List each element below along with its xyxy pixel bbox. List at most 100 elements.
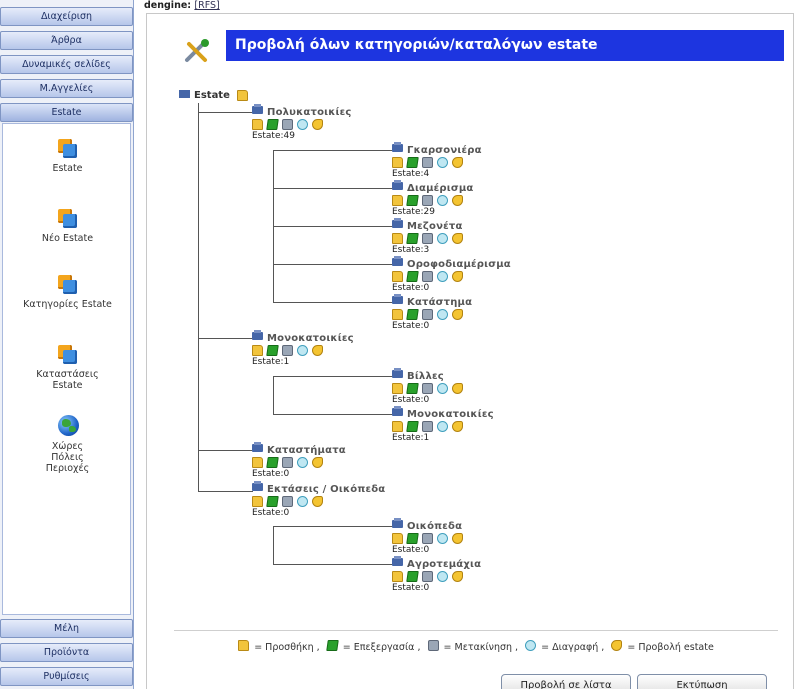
delete-icon[interactable] xyxy=(297,457,308,468)
nav-estate[interactable]: Estate xyxy=(0,103,133,122)
category-label[interactable]: Μονοκατοικίες xyxy=(407,409,494,420)
add-icon[interactable] xyxy=(252,457,263,468)
print-button[interactable]: Εκτύπωση xyxy=(637,674,767,689)
edit-icon[interactable] xyxy=(406,195,419,206)
delete-icon[interactable] xyxy=(297,496,308,507)
add-icon[interactable] xyxy=(392,195,403,206)
edit-icon[interactable] xyxy=(266,345,279,356)
delete-icon[interactable] xyxy=(437,195,448,206)
category-label[interactable]: Οικόπεδα xyxy=(407,521,462,532)
view-estate-icon[interactable] xyxy=(452,309,463,320)
view-estate-icon[interactable] xyxy=(312,345,323,356)
category-label[interactable]: Μονοκατοικίες xyxy=(267,333,354,344)
view-estate-icon[interactable] xyxy=(452,157,463,168)
move-icon[interactable] xyxy=(422,383,433,394)
list-view-button[interactable]: Προβολή σε λίστα xyxy=(501,674,631,689)
submenu-estate-statuses[interactable]: Καταστάσεις Estate xyxy=(3,342,132,391)
edit-icon[interactable] xyxy=(406,571,419,582)
edit-icon[interactable] xyxy=(406,533,419,544)
header-link[interactable]: [RFS] xyxy=(194,0,219,11)
move-icon[interactable] xyxy=(422,533,433,544)
view-estate-icon[interactable] xyxy=(452,421,463,432)
edit-icon[interactable] xyxy=(406,309,419,320)
view-estate-icon[interactable] xyxy=(452,383,463,394)
add-folder-icon[interactable] xyxy=(237,90,249,101)
submenu-estate[interactable]: Estate xyxy=(3,136,132,174)
move-icon[interactable] xyxy=(282,496,293,507)
category-label[interactable]: Καταστήματα xyxy=(267,445,346,456)
category-label[interactable]: Βίλλες xyxy=(407,371,444,382)
tree-connector xyxy=(273,414,395,415)
add-icon[interactable] xyxy=(392,533,403,544)
category-label[interactable]: Διαμέρισμα xyxy=(407,183,474,194)
move-icon[interactable] xyxy=(282,457,293,468)
delete-icon[interactable] xyxy=(297,345,308,356)
nav-products[interactable]: Προϊόντα xyxy=(0,643,133,662)
delete-icon[interactable] xyxy=(437,571,448,582)
view-estate-icon[interactable] xyxy=(312,457,323,468)
category-label[interactable]: Μεζονέτα xyxy=(407,221,463,232)
move-icon[interactable] xyxy=(422,421,433,432)
edit-icon[interactable] xyxy=(406,271,419,282)
view-estate-icon[interactable] xyxy=(312,119,323,130)
delete-icon[interactable] xyxy=(437,271,448,282)
move-icon[interactable] xyxy=(422,233,433,244)
delete-icon[interactable] xyxy=(297,119,308,130)
add-icon[interactable] xyxy=(392,571,403,582)
view-estate-icon[interactable] xyxy=(452,571,463,582)
nav-administration[interactable]: Διαχείριση xyxy=(0,7,133,26)
nav-settings[interactable]: Ρυθμίσεις xyxy=(0,667,133,686)
submenu-new-estate[interactable]: Νέο Estate xyxy=(3,206,132,244)
submenu-countries-cities-areas[interactable]: Χώρες Πόλεις Περιοχές xyxy=(3,414,132,474)
add-icon[interactable] xyxy=(392,383,403,394)
nav-classifieds[interactable]: Μ.Αγγελίες xyxy=(0,79,133,98)
add-icon[interactable] xyxy=(392,233,403,244)
view-estate-icon[interactable] xyxy=(452,195,463,206)
view-estate-icon[interactable] xyxy=(452,271,463,282)
view-estate-icon[interactable] xyxy=(312,496,323,507)
edit-icon[interactable] xyxy=(406,233,419,244)
move-icon[interactable] xyxy=(422,309,433,320)
add-icon[interactable] xyxy=(392,421,403,432)
tree-node: Πολυκατοικίες Estate:49 xyxy=(252,104,352,141)
delete-icon[interactable] xyxy=(437,157,448,168)
move-icon[interactable] xyxy=(422,157,433,168)
category-label[interactable]: Οροφοδιαμέρισμα xyxy=(407,259,511,270)
delete-icon[interactable] xyxy=(437,233,448,244)
move-icon[interactable] xyxy=(282,119,293,130)
view-estate-icon[interactable] xyxy=(452,533,463,544)
edit-icon[interactable] xyxy=(406,421,419,432)
edit-icon[interactable] xyxy=(406,383,419,394)
delete-icon[interactable] xyxy=(437,309,448,320)
category-label[interactable]: Αγροτεμάχια xyxy=(407,559,481,570)
edit-icon[interactable] xyxy=(406,157,419,168)
edit-icon[interactable] xyxy=(266,457,279,468)
submenu-estate-categories[interactable]: Κατηγορίες Estate xyxy=(3,272,132,310)
delete-icon[interactable] xyxy=(437,533,448,544)
add-icon[interactable] xyxy=(252,496,263,507)
tree-connector xyxy=(273,376,395,377)
edit-icon[interactable] xyxy=(266,496,279,507)
category-label[interactable]: Εκτάσεις / Οικόπεδα xyxy=(267,484,385,495)
nav-dynamic-pages[interactable]: Δυναμικές σελίδες xyxy=(0,55,133,74)
add-icon[interactable] xyxy=(392,309,403,320)
view-estate-icon[interactable] xyxy=(452,233,463,244)
delete-icon[interactable] xyxy=(437,421,448,432)
add-icon[interactable] xyxy=(392,271,403,282)
add-icon[interactable] xyxy=(252,119,263,130)
nav-members[interactable]: Μέλη xyxy=(0,619,133,638)
category-label[interactable]: Κατάστημα xyxy=(407,297,472,308)
category-label[interactable]: Γκαρσονιέρα xyxy=(407,145,482,156)
category-label[interactable]: Πολυκατοικίες xyxy=(267,107,352,118)
edit-icon[interactable] xyxy=(266,119,279,130)
move-icon[interactable] xyxy=(422,271,433,282)
add-icon[interactable] xyxy=(392,157,403,168)
move-icon[interactable] xyxy=(422,195,433,206)
move-icon[interactable] xyxy=(422,571,433,582)
estate-count: Estate:0 xyxy=(392,283,430,293)
move-icon[interactable] xyxy=(282,345,293,356)
add-icon[interactable] xyxy=(252,345,263,356)
nav-articles[interactable]: Άρθρα xyxy=(0,31,133,50)
delete-icon[interactable] xyxy=(437,383,448,394)
tree-root[interactable]: Estate xyxy=(179,90,252,101)
